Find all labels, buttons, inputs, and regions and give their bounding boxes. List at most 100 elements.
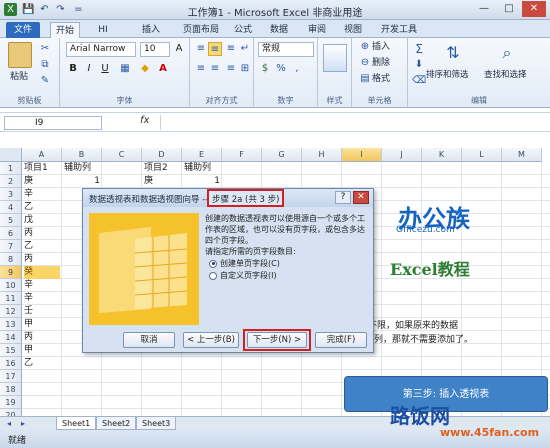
sheet-tab-2[interactable]: Sheet2 bbox=[96, 417, 137, 430]
row-header-9[interactable]: 9 bbox=[0, 266, 22, 279]
row-header-16[interactable]: 16 bbox=[0, 357, 22, 370]
column-header-E[interactable]: E bbox=[182, 148, 222, 162]
radio-single-page-field[interactable]: 创建单页字段(C) bbox=[209, 258, 280, 269]
next-button[interactable]: 下一步(N) > bbox=[247, 332, 307, 348]
tab-data[interactable]: 数据 bbox=[264, 22, 294, 38]
grow-font-button[interactable]: A bbox=[172, 42, 186, 56]
cell-A13[interactable]: 甲 bbox=[24, 318, 60, 331]
font-size-select[interactable]: 10 bbox=[140, 42, 170, 57]
borders-icon[interactable]: ▦ bbox=[118, 62, 132, 76]
align-center-icon[interactable]: ≡ bbox=[208, 62, 222, 76]
customize-quick-access-icon[interactable]: = bbox=[72, 3, 85, 16]
wrap-text-icon[interactable]: ↵ bbox=[238, 42, 252, 56]
first-sheet-icon[interactable]: ◂ bbox=[2, 417, 16, 431]
row-header-10[interactable]: 10 bbox=[0, 279, 22, 292]
clear-icon[interactable]: ⌫ bbox=[412, 74, 426, 88]
help-button[interactable]: ? bbox=[335, 191, 351, 204]
row-header-1[interactable]: 1 bbox=[0, 162, 22, 175]
radio-custom-page-field[interactable]: 自定义页字段(I) bbox=[209, 270, 277, 281]
cell-A7[interactable]: 乙 bbox=[24, 240, 60, 253]
column-header-M[interactable]: M bbox=[502, 148, 542, 162]
fill-color-icon[interactable]: ◆ bbox=[138, 62, 152, 76]
sheet-tab-1[interactable]: Sheet1 bbox=[56, 417, 97, 430]
excel-app-icon[interactable]: X bbox=[4, 3, 17, 16]
cell-E1[interactable]: 辅助列 bbox=[184, 162, 220, 175]
row-header-14[interactable]: 14 bbox=[0, 331, 22, 344]
last-sheet-icon[interactable]: ▸ bbox=[16, 417, 30, 431]
tab-insert[interactable]: 插入 bbox=[136, 22, 166, 38]
column-header-F[interactable]: F bbox=[222, 148, 262, 162]
align-top-icon[interactable]: ≡ bbox=[194, 42, 208, 56]
finish-button[interactable]: 完成(F) bbox=[315, 332, 367, 348]
tab-developer[interactable]: 开发工具 bbox=[374, 22, 424, 38]
row-header-18[interactable]: 18 bbox=[0, 383, 22, 396]
tab-review[interactable]: 审阅 bbox=[302, 22, 332, 38]
cell-D1[interactable]: 项目2 bbox=[144, 162, 180, 175]
font-name-select[interactable]: Arial Narrow bbox=[66, 42, 136, 57]
cell-A3[interactable]: 辛 bbox=[24, 188, 60, 201]
cell-A14[interactable]: 丙 bbox=[24, 331, 60, 344]
sort-filter-button[interactable]: 排序和筛选 bbox=[426, 68, 469, 82]
column-header-K[interactable]: K bbox=[422, 148, 462, 162]
row-header-17[interactable]: 17 bbox=[0, 370, 22, 383]
cell-A6[interactable]: 丙 bbox=[24, 227, 60, 240]
cell-A12[interactable]: 壬 bbox=[24, 305, 60, 318]
row-header-6[interactable]: 6 bbox=[0, 227, 22, 240]
row-header-11[interactable]: 11 bbox=[0, 292, 22, 305]
row-header-4[interactable]: 4 bbox=[0, 201, 22, 214]
column-header-C[interactable]: C bbox=[102, 148, 142, 162]
tab-view[interactable]: 视图 bbox=[338, 22, 368, 38]
align-bottom-icon[interactable]: ≡ bbox=[224, 42, 238, 56]
undo-icon[interactable]: ↶ bbox=[38, 3, 51, 16]
row-header-19[interactable]: 19 bbox=[0, 396, 22, 409]
cell-A15[interactable]: 甲 bbox=[24, 344, 60, 357]
formula-input[interactable] bbox=[160, 115, 546, 130]
column-header-I[interactable]: I bbox=[342, 148, 382, 162]
bold-button[interactable]: B bbox=[66, 62, 80, 76]
cell-D2[interactable]: 庚 bbox=[144, 175, 180, 188]
percent-button[interactable]: % bbox=[274, 62, 288, 76]
column-header-L[interactable]: L bbox=[462, 148, 502, 162]
row-header-5[interactable]: 5 bbox=[0, 214, 22, 227]
back-button[interactable]: < 上一步(B) bbox=[183, 332, 239, 348]
cell-A1[interactable]: 项目1 bbox=[24, 162, 60, 175]
paste-button[interactable]: 粘贴 bbox=[10, 70, 28, 84]
number-format-select[interactable]: 常规 bbox=[258, 42, 314, 57]
copy-icon[interactable]: ⧉ bbox=[38, 58, 52, 72]
close-button[interactable]: ✕ bbox=[522, 1, 546, 17]
delete-cells-button[interactable]: ⊖ 删除 bbox=[358, 56, 390, 70]
cell-A10[interactable]: 辛 bbox=[24, 279, 60, 292]
comma-button[interactable]: , bbox=[290, 62, 304, 76]
row-header-8[interactable]: 8 bbox=[0, 253, 22, 266]
row-header-7[interactable]: 7 bbox=[0, 240, 22, 253]
cell-E2[interactable]: 1 bbox=[184, 175, 220, 188]
tab-page-layout[interactable]: 页面布局 bbox=[176, 22, 226, 38]
format-painter-icon[interactable]: ✎ bbox=[38, 74, 52, 88]
tab-file[interactable]: 文件 bbox=[6, 22, 40, 38]
cell-A5[interactable]: 戊 bbox=[24, 214, 60, 227]
fill-icon[interactable]: ⬇ bbox=[412, 58, 426, 72]
cell-B1[interactable]: 辅助列 bbox=[64, 162, 100, 175]
cell-A4[interactable]: 乙 bbox=[24, 201, 60, 214]
maximize-button[interactable]: □ bbox=[497, 1, 521, 17]
column-header-D[interactable]: D bbox=[142, 148, 182, 162]
cell-A2[interactable]: 庚 bbox=[24, 175, 60, 188]
name-box[interactable]: I9 bbox=[4, 116, 102, 130]
dialog-close-button[interactable]: ✕ bbox=[353, 191, 369, 204]
italic-button[interactable]: I bbox=[82, 62, 96, 76]
cancel-button[interactable]: 取消 bbox=[123, 332, 175, 348]
align-middle-icon[interactable]: ≡ bbox=[208, 42, 222, 56]
row-header-2[interactable]: 2 bbox=[0, 175, 22, 188]
insert-function-icon[interactable]: fx bbox=[140, 115, 149, 126]
minimize-button[interactable]: — bbox=[472, 1, 496, 17]
cut-icon[interactable]: ✂ bbox=[38, 42, 52, 56]
find-select-icon[interactable]: ⌕ bbox=[496, 42, 518, 64]
row-header-3[interactable]: 3 bbox=[0, 188, 22, 201]
styles-icon[interactable] bbox=[323, 44, 347, 72]
currency-button[interactable]: $ bbox=[258, 62, 272, 76]
cell-B2[interactable]: 1 bbox=[64, 175, 100, 188]
tab-formulas[interactable]: 公式 bbox=[228, 22, 258, 38]
align-left-icon[interactable]: ≡ bbox=[194, 62, 208, 76]
tab-hi[interactable]: HI bbox=[88, 22, 118, 38]
cell-A8[interactable]: 丙 bbox=[24, 253, 60, 266]
